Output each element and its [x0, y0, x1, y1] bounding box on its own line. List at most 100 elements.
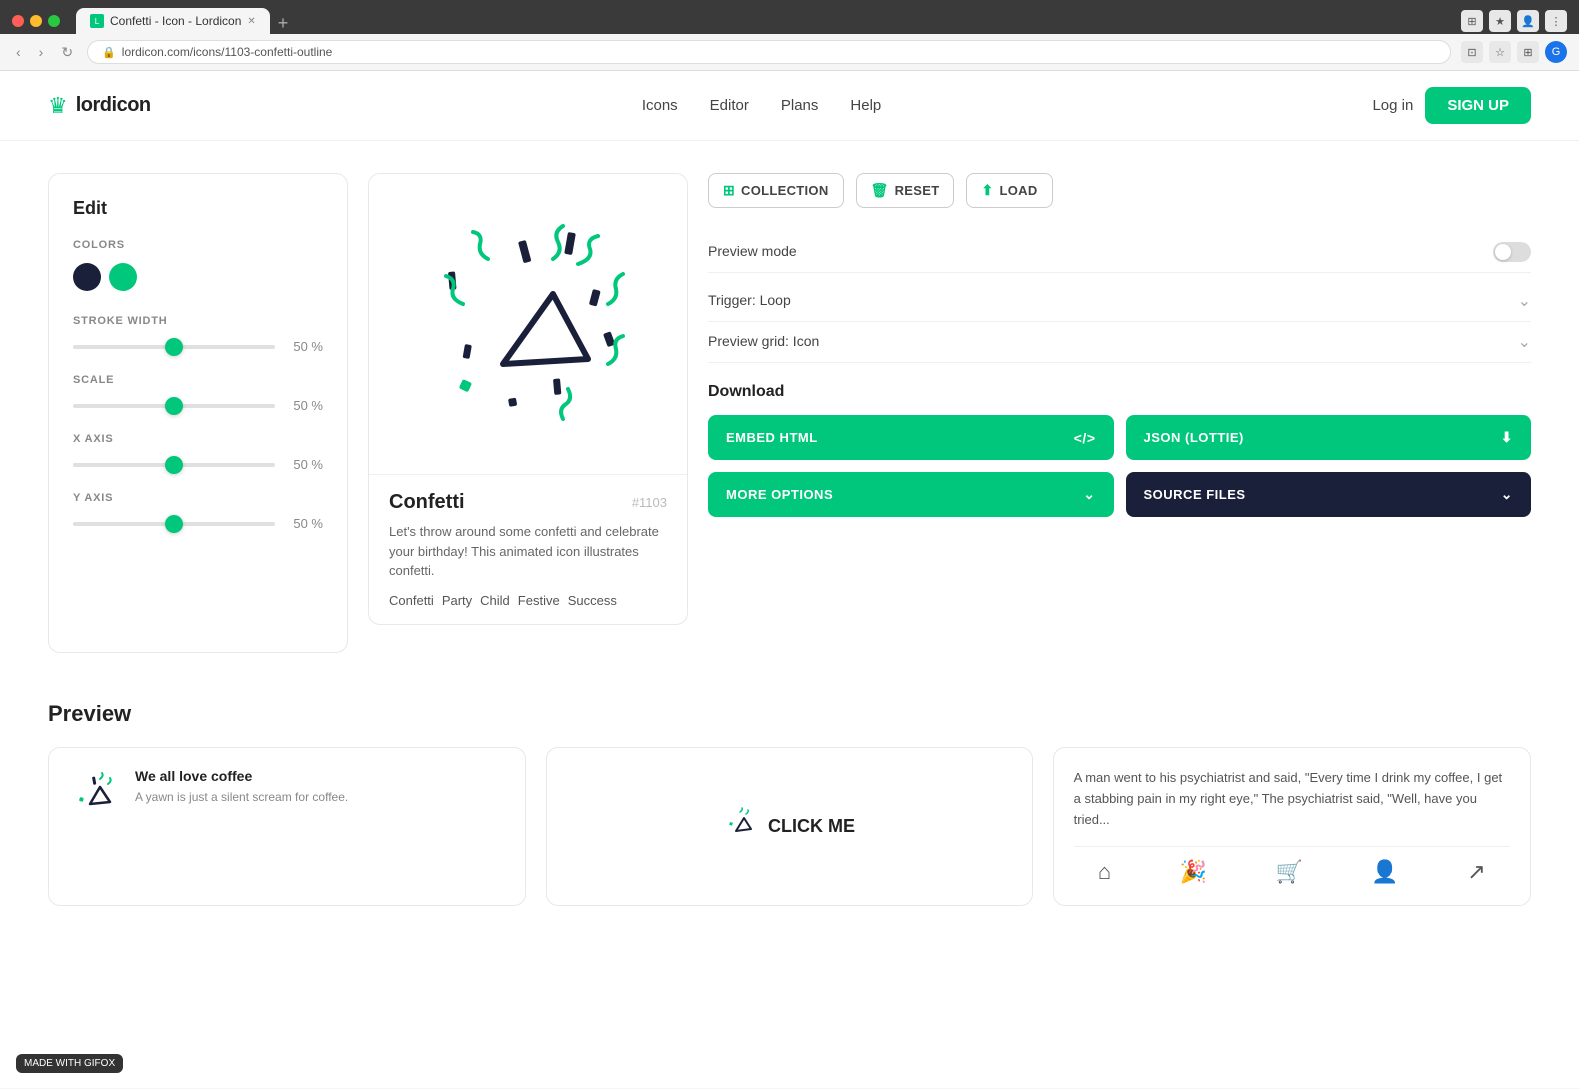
bookmark-icon[interactable]: ☆ [1489, 41, 1511, 63]
color-swatch-dark[interactable] [73, 263, 101, 291]
cart-icon[interactable]: 🛒 [1276, 859, 1303, 885]
embed-html-icon: </> [1074, 430, 1096, 446]
tab-close-icon[interactable]: ✕ [247, 16, 255, 27]
y-axis-slider-track[interactable] [73, 522, 275, 526]
address-bar: ‹ › ↻ 🔒 lordicon.com/icons/1103-confetti… [0, 34, 1579, 71]
embed-html-button[interactable]: EMBED HTML </> [708, 415, 1114, 460]
extensions-icon[interactable]: ⊞ [1517, 41, 1539, 63]
minimize-button[interactable] [30, 15, 42, 27]
profile-icon[interactable]: 👤 [1517, 10, 1539, 32]
y-axis-label: Y AXIS [73, 492, 323, 504]
confetti-small-icon [70, 769, 120, 819]
nav-icons[interactable]: Icons [642, 97, 678, 114]
cast-icon[interactable]: ⊡ [1461, 41, 1483, 63]
extension-icon-1[interactable]: ⊞ [1461, 10, 1483, 32]
editor-container: Edit COLORS STROKE WIDTH 50 % [48, 173, 1531, 653]
user-icon[interactable]: 👤 [1371, 859, 1398, 885]
app: ♛ lordicon Icons Editor Plans Help Log i… [0, 71, 1579, 1088]
controls-top-buttons: ⊞ COLLECTION 🗑 RESET ⬆ LOAD [708, 173, 1531, 208]
preview-grid-dropdown[interactable]: Preview grid: Icon ⌄ [708, 322, 1531, 363]
tag-confetti[interactable]: Confetti [389, 593, 434, 608]
forward-button[interactable]: › [35, 42, 48, 62]
traffic-lights [12, 15, 60, 27]
toggle-thumb [1495, 244, 1511, 260]
icon-tags: Confetti Party Child Festive Success [389, 593, 667, 608]
x-axis-slider-track[interactable] [73, 463, 275, 467]
logo-link[interactable]: ♛ lordicon [48, 93, 151, 119]
stroke-width-section: STROKE WIDTH 50 % [73, 315, 323, 354]
color-swatches [73, 263, 323, 291]
preview-mode-label: Preview mode [708, 243, 797, 259]
source-files-button[interactable]: SOURCE FILES ⌄ [1126, 472, 1532, 517]
card-coffee-icon [69, 768, 121, 820]
stroke-slider-row: 50 % [73, 339, 323, 354]
controls-panel: ⊞ COLLECTION 🗑 RESET ⬆ LOAD Preview mode [708, 173, 1531, 517]
preview-card-coffee: We all love coffee A yawn is just a sile… [48, 747, 526, 906]
json-lottie-label: JSON (LOTTIE) [1144, 430, 1244, 445]
load-button[interactable]: ⬆ LOAD [966, 173, 1052, 208]
trigger-chevron-icon: ⌄ [1518, 291, 1531, 311]
header-actions: Log in SIGN UP [1372, 87, 1531, 124]
stroke-value: 50 % [287, 339, 323, 354]
edit-panel: Edit COLORS STROKE WIDTH 50 % [48, 173, 348, 653]
url-text: lordicon.com/icons/1103-confetti-outline [122, 45, 333, 59]
preview-cards: We all love coffee A yawn is just a sile… [48, 747, 1531, 906]
preview-mode-toggle[interactable] [1493, 242, 1531, 262]
tag-success[interactable]: Success [568, 593, 617, 608]
scale-slider-thumb[interactable] [165, 397, 183, 415]
x-axis-label: X AXIS [73, 433, 323, 445]
tag-party[interactable]: Party [442, 593, 472, 608]
tag-child[interactable]: Child [480, 593, 510, 608]
more-options-chevron-icon: ⌄ [1083, 486, 1095, 503]
refresh-button[interactable]: ↻ [57, 42, 77, 63]
active-tab[interactable]: L Confetti - Icon - Lordicon ✕ [76, 8, 270, 34]
x-axis-slider-thumb[interactable] [165, 456, 183, 474]
preview-section-title: Preview [48, 701, 1531, 727]
home-icon[interactable]: ⌂ [1098, 859, 1111, 885]
icon-preview-area [369, 174, 687, 474]
scale-slider-row: 50 % [73, 398, 323, 413]
x-axis-section: X AXIS 50 % [73, 433, 323, 472]
scale-slider-track[interactable] [73, 404, 275, 408]
stroke-slider-thumb[interactable] [165, 338, 183, 356]
tag-festive[interactable]: Festive [518, 593, 560, 608]
profile-avatar[interactable]: G [1545, 41, 1567, 63]
share-icon[interactable]: ↗ [1467, 859, 1485, 885]
gifox-badge: MADE WITH GIFOX [16, 1054, 123, 1073]
nav-help[interactable]: Help [850, 97, 881, 114]
reset-button[interactable]: 🗑 RESET [856, 173, 955, 208]
color-swatch-green[interactable] [109, 263, 137, 291]
nav-editor[interactable]: Editor [710, 97, 749, 114]
logo-icon: ♛ [48, 93, 68, 119]
maximize-button[interactable] [48, 15, 60, 27]
tab-favicon: L [90, 14, 104, 28]
more-options-button[interactable]: MORE OPTIONS ⌄ [708, 472, 1114, 517]
preview-section: Preview [48, 701, 1531, 906]
card-coffee-body: A yawn is just a silent scream for coffe… [135, 788, 348, 806]
signup-button[interactable]: SIGN UP [1425, 87, 1531, 124]
trigger-dropdown[interactable]: Trigger: Loop ⌄ [708, 281, 1531, 322]
card-right-icons: ⌂ 🎉 🛒 👤 ↗ [1074, 846, 1510, 885]
icon-description: Let's throw around some confetti and cel… [389, 522, 667, 581]
y-axis-slider-thumb[interactable] [165, 515, 183, 533]
extension-icon-2[interactable]: ★ [1489, 10, 1511, 32]
menu-icon[interactable]: ⋮ [1545, 10, 1567, 32]
click-me-confetti-icon [724, 807, 756, 846]
load-icon: ⬆ [981, 182, 993, 199]
tab-bar: L Confetti - Icon - Lordicon ✕ + [76, 8, 1453, 34]
logo-text: lordicon [76, 94, 151, 117]
colors-label: COLORS [73, 239, 323, 251]
confetti-bottom-icon[interactable]: 🎉 [1180, 859, 1207, 885]
json-lottie-button[interactable]: JSON (LOTTIE) ⬇ [1126, 415, 1532, 460]
new-tab-button[interactable]: + [270, 13, 297, 34]
login-button[interactable]: Log in [1372, 97, 1413, 114]
scale-label: SCALE [73, 374, 323, 386]
nav-plans[interactable]: Plans [781, 97, 819, 114]
collection-label: COLLECTION [741, 183, 829, 198]
url-input[interactable]: 🔒 lordicon.com/icons/1103-confetti-outli… [87, 40, 1451, 64]
back-button[interactable]: ‹ [12, 42, 25, 62]
collection-button[interactable]: ⊞ COLLECTION [708, 173, 844, 208]
stroke-slider-track[interactable] [73, 345, 275, 349]
preview-card-clickme[interactable]: CLICK ME [546, 747, 1032, 906]
close-button[interactable] [12, 15, 24, 27]
